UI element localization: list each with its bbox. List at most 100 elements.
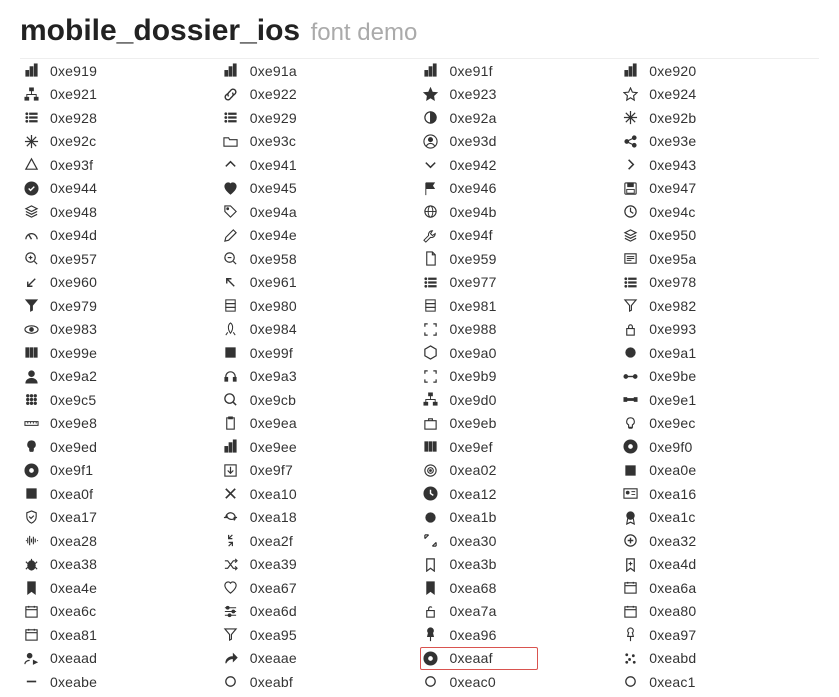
glyph-cell[interactable]: 0xe979	[20, 294, 220, 318]
glyph-cell[interactable]: 0xe9f0	[619, 435, 819, 459]
glyph-cell[interactable]: 0xe9ea	[220, 412, 420, 436]
glyph-cell[interactable]: 0xe9d0	[420, 388, 620, 412]
glyph-cell[interactable]: 0xeac0	[420, 670, 620, 694]
glyph-cell[interactable]: 0xe9c5	[20, 388, 220, 412]
glyph-cell[interactable]: 0xeabf	[220, 670, 420, 694]
glyph-cell[interactable]: 0xe982	[619, 294, 819, 318]
glyph-cell[interactable]: 0xe948	[20, 200, 220, 224]
glyph-cell[interactable]: 0xea95	[220, 623, 420, 647]
glyph-cell[interactable]: 0xe9a3	[220, 365, 420, 389]
glyph-cell[interactable]: 0xea67	[220, 576, 420, 600]
glyph-cell[interactable]: 0xe93c	[220, 130, 420, 154]
glyph-cell[interactable]: 0xea1c	[619, 506, 819, 530]
glyph-cell[interactable]: 0xe9eb	[420, 412, 620, 436]
glyph-cell[interactable]: 0xe94c	[619, 200, 819, 224]
glyph-cell[interactable]: 0xea0e	[619, 459, 819, 483]
glyph-cell[interactable]: 0xe9b9	[420, 365, 620, 389]
glyph-cell[interactable]: 0xe99e	[20, 341, 220, 365]
glyph-cell[interactable]: 0xe961	[220, 271, 420, 295]
glyph-cell[interactable]: 0xea10	[220, 482, 420, 506]
glyph-cell[interactable]: 0xe94b	[420, 200, 620, 224]
glyph-cell[interactable]: 0xe92b	[619, 106, 819, 130]
glyph-cell[interactable]: 0xea32	[619, 529, 819, 553]
glyph-cell[interactable]: 0xe99f	[220, 341, 420, 365]
glyph-cell[interactable]: 0xea6a	[619, 576, 819, 600]
glyph-cell[interactable]: 0xe91f	[420, 59, 620, 83]
glyph-cell[interactable]: 0xeac1	[619, 670, 819, 694]
glyph-cell[interactable]: 0xe9be	[619, 365, 819, 389]
glyph-cell[interactable]: 0xe9a2	[20, 365, 220, 389]
glyph-cell[interactable]: 0xe921	[20, 83, 220, 107]
glyph-cell[interactable]: 0xe9ec	[619, 412, 819, 436]
glyph-cell[interactable]: 0xe9ef	[420, 435, 620, 459]
glyph-cell[interactable]: 0xe960	[20, 271, 220, 295]
glyph-cell[interactable]: 0xe941	[220, 153, 420, 177]
glyph-cell[interactable]: 0xea0f	[20, 482, 220, 506]
glyph-cell[interactable]: 0xe928	[20, 106, 220, 130]
glyph-cell[interactable]: 0xe944	[20, 177, 220, 201]
glyph-cell[interactable]: 0xea18	[220, 506, 420, 530]
glyph-cell[interactable]: 0xe957	[20, 247, 220, 271]
glyph-cell[interactable]: 0xeabd	[619, 647, 819, 671]
glyph-cell[interactable]: 0xe981	[420, 294, 620, 318]
glyph-cell[interactable]: 0xea39	[220, 553, 420, 577]
glyph-cell[interactable]: 0xe9a0	[420, 341, 620, 365]
glyph-cell[interactable]: 0xe93f	[20, 153, 220, 177]
glyph-cell[interactable]: 0xe92c	[20, 130, 220, 154]
glyph-cell[interactable]: 0xea1b	[420, 506, 620, 530]
glyph-cell[interactable]: 0xe9cb	[220, 388, 420, 412]
glyph-cell[interactable]: 0xe94a	[220, 200, 420, 224]
glyph-cell[interactable]: 0xe958	[220, 247, 420, 271]
glyph-cell[interactable]: 0xe923	[420, 83, 620, 107]
glyph-cell[interactable]: 0xeabe	[20, 670, 220, 694]
glyph-cell[interactable]: 0xe978	[619, 271, 819, 295]
glyph-cell[interactable]: 0xe984	[220, 318, 420, 342]
glyph-cell[interactable]: 0xeaae	[220, 647, 420, 671]
glyph-cell[interactable]: 0xea6d	[220, 600, 420, 624]
glyph-cell[interactable]: 0xe9f7	[220, 459, 420, 483]
glyph-cell[interactable]: 0xe977	[420, 271, 620, 295]
glyph-cell[interactable]: 0xea28	[20, 529, 220, 553]
glyph-cell[interactable]: 0xe93d	[420, 130, 620, 154]
glyph-cell[interactable]: 0xea68	[420, 576, 620, 600]
glyph-cell[interactable]: 0xe94f	[420, 224, 620, 248]
glyph-cell[interactable]: 0xeaaf	[420, 647, 538, 671]
glyph-cell[interactable]: 0xea4d	[619, 553, 819, 577]
glyph-cell[interactable]: 0xe959	[420, 247, 620, 271]
glyph-cell[interactable]: 0xe920	[619, 59, 819, 83]
glyph-cell[interactable]: 0xea80	[619, 600, 819, 624]
glyph-cell[interactable]: 0xeaad	[20, 647, 220, 671]
glyph-cell[interactable]: 0xe950	[619, 224, 819, 248]
glyph-cell[interactable]: 0xe92a	[420, 106, 620, 130]
glyph-cell[interactable]: 0xe9e1	[619, 388, 819, 412]
glyph-cell[interactable]: 0xe91a	[220, 59, 420, 83]
glyph-cell[interactable]: 0xe946	[420, 177, 620, 201]
glyph-cell[interactable]: 0xe988	[420, 318, 620, 342]
glyph-cell[interactable]: 0xe922	[220, 83, 420, 107]
glyph-cell[interactable]: 0xe947	[619, 177, 819, 201]
glyph-cell[interactable]: 0xe924	[619, 83, 819, 107]
glyph-cell[interactable]: 0xe93e	[619, 130, 819, 154]
glyph-cell[interactable]: 0xea7a	[420, 600, 620, 624]
glyph-cell[interactable]: 0xea02	[420, 459, 620, 483]
glyph-cell[interactable]: 0xe919	[20, 59, 220, 83]
glyph-cell[interactable]: 0xea96	[420, 623, 620, 647]
glyph-cell[interactable]: 0xea16	[619, 482, 819, 506]
glyph-cell[interactable]: 0xe983	[20, 318, 220, 342]
glyph-cell[interactable]: 0xe993	[619, 318, 819, 342]
glyph-cell[interactable]: 0xea81	[20, 623, 220, 647]
glyph-cell[interactable]: 0xe9a1	[619, 341, 819, 365]
glyph-cell[interactable]: 0xea2f	[220, 529, 420, 553]
glyph-cell[interactable]: 0xe9e8	[20, 412, 220, 436]
glyph-cell[interactable]: 0xea97	[619, 623, 819, 647]
glyph-cell[interactable]: 0xe94e	[220, 224, 420, 248]
glyph-cell[interactable]: 0xe9ee	[220, 435, 420, 459]
glyph-cell[interactable]: 0xea38	[20, 553, 220, 577]
glyph-cell[interactable]: 0xea4e	[20, 576, 220, 600]
glyph-cell[interactable]: 0xe929	[220, 106, 420, 130]
glyph-cell[interactable]: 0xea3b	[420, 553, 620, 577]
glyph-cell[interactable]: 0xe942	[420, 153, 620, 177]
glyph-cell[interactable]: 0xea12	[420, 482, 620, 506]
glyph-cell[interactable]: 0xe94d	[20, 224, 220, 248]
glyph-cell[interactable]: 0xe943	[619, 153, 819, 177]
